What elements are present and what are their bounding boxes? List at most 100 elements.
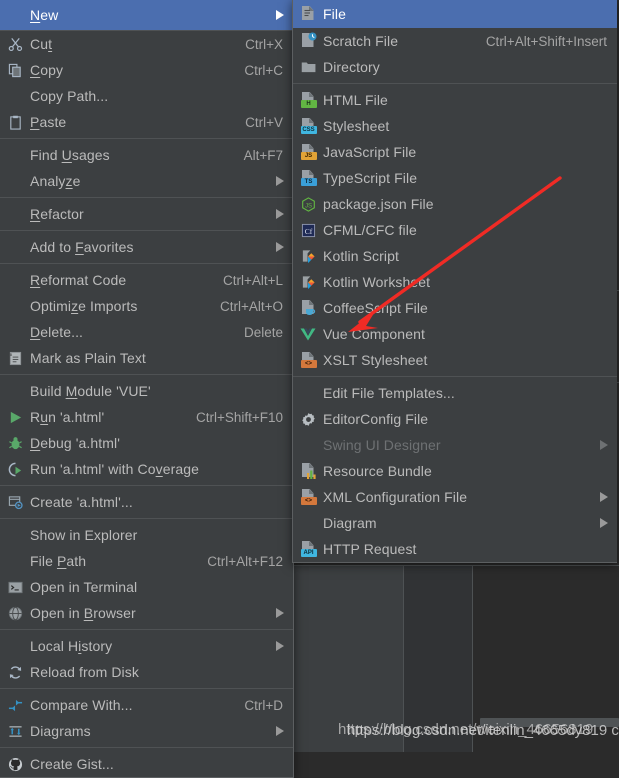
- submenu-item-javascript-file[interactable]: JS JavaScript File: [293, 139, 617, 165]
- menu-item-reformat-code[interactable]: Reformat Code Ctrl+Alt+L: [0, 267, 293, 293]
- submenu-item-package-json-file-label: package.json File: [323, 196, 434, 212]
- menu-item-reload-from-disk[interactable]: Reload from Disk: [0, 659, 293, 685]
- submenu-item-file-label: File: [323, 6, 346, 22]
- submenu-item-directory-label: Directory: [323, 59, 380, 75]
- submenu-item-scratch-file-label: Scratch File: [323, 33, 399, 49]
- chevron-right-icon: [273, 10, 287, 20]
- submenu-item-coffeescript-file[interactable]: CoffeeScript File: [293, 295, 617, 321]
- menu-item-show-in-explorer[interactable]: Show in Explorer: [0, 522, 293, 548]
- submenu-item-edit-file-templates[interactable]: Edit File Templates...: [293, 380, 617, 406]
- menu-item-reformat-code-label: Reformat Code: [30, 272, 127, 288]
- editor-context-menu[interactable]: New Cut Ctrl+X Copy Ctrl+C Copy Path... …: [0, 0, 294, 778]
- menu-item-reload-from-disk-label: Reload from Disk: [30, 664, 139, 680]
- chevron-right-icon: [597, 492, 611, 502]
- menu-separator: [0, 138, 293, 139]
- submenu-item-vue-component-label: Vue Component: [323, 326, 425, 342]
- menu-item-create-gist[interactable]: Create Gist...: [0, 751, 293, 777]
- menu-item-add-to-favorites-label: Add to Favorites: [30, 239, 134, 255]
- menu-item-file-path[interactable]: File Path Ctrl+Alt+F12: [0, 548, 293, 574]
- submenu-item-resource-bundle[interactable]: Resource Bundle: [293, 458, 617, 484]
- blank-icon: [2, 296, 28, 316]
- submenu-separator: [293, 376, 617, 377]
- blank-icon: [2, 145, 28, 165]
- css-file-icon: CSS: [295, 116, 321, 136]
- submenu-item-cfml-cfc-file[interactable]: Cf CFML/CFC file: [293, 217, 617, 243]
- menu-separator: [0, 747, 293, 748]
- menu-item-delete-accel: Delete: [243, 324, 283, 340]
- cfml-icon: Cf: [295, 220, 321, 240]
- menu-item-add-to-favorites[interactable]: Add to Favorites: [0, 234, 293, 260]
- menu-item-open-in-browser[interactable]: Open in Browser: [0, 600, 293, 626]
- menu-item-paste-accel: Ctrl+V: [245, 114, 283, 130]
- submenu-item-swing-ui-designer[interactable]: Swing UI Designer: [293, 432, 617, 458]
- menu-item-diagrams[interactable]: Diagrams: [0, 718, 293, 744]
- ts-file-icon: TS: [295, 168, 321, 188]
- resource-bundle-icon: [295, 461, 321, 481]
- menu-item-copy[interactable]: Copy Ctrl+C: [0, 57, 293, 83]
- scissors-icon: [2, 34, 28, 54]
- submenu-item-directory[interactable]: Directory: [293, 54, 617, 80]
- svg-text:JS: JS: [304, 202, 311, 209]
- folder-icon: [295, 57, 321, 77]
- menu-item-new[interactable]: New: [0, 0, 293, 30]
- menu-item-reformat-code-accel: Ctrl+Alt+L: [222, 272, 283, 288]
- menu-item-run[interactable]: Run 'a.html' Ctrl+Shift+F10: [0, 404, 293, 430]
- submenu-item-file[interactable]: File: [293, 0, 617, 28]
- menu-item-local-history[interactable]: Local History: [0, 633, 293, 659]
- http-file-icon: API: [295, 539, 321, 559]
- menu-separator: [0, 263, 293, 264]
- menu-item-run-with-coverage-label: Run 'a.html' with Coverage: [30, 461, 200, 477]
- js-file-icon: JS: [295, 142, 321, 162]
- vue-icon: [295, 324, 321, 344]
- submenu-item-typescript-file[interactable]: TS TypeScript File: [293, 165, 617, 191]
- submenu-item-kotlin-script[interactable]: Kotlin Script: [293, 243, 617, 269]
- menu-item-compare-with[interactable]: Compare With... Ctrl+D: [0, 692, 293, 718]
- submenu-item-scratch-file[interactable]: Scratch File Ctrl+Alt+Shift+Insert: [293, 28, 617, 54]
- menu-item-build-module-label: Build Module 'VUE': [30, 383, 151, 399]
- svg-text:Cf: Cf: [304, 226, 312, 235]
- submenu-item-javascript-file-label: JavaScript File: [323, 144, 417, 160]
- submenu-item-html-file[interactable]: H HTML File: [293, 87, 617, 113]
- plain-text-icon: x: [2, 348, 28, 368]
- submenu-item-xslt-stylesheet[interactable]: <> XSLT Stylesheet: [293, 347, 617, 373]
- menu-item-optimize-imports[interactable]: Optimize Imports Ctrl+Alt+O: [0, 293, 293, 319]
- submenu-item-stylesheet[interactable]: CSS Stylesheet: [293, 113, 617, 139]
- submenu-item-http-request-label: HTTP Request: [323, 541, 417, 557]
- menu-item-file-path-accel: Ctrl+Alt+F12: [207, 553, 283, 569]
- chevron-right-icon: [597, 518, 611, 528]
- submenu-item-kotlin-worksheet-label: Kotlin Worksheet: [323, 274, 431, 290]
- menu-item-diagrams-label: Diagrams: [30, 723, 91, 739]
- menu-item-file-path-label: File Path: [30, 553, 87, 569]
- submenu-item-swing-ui-designer-label: Swing UI Designer: [323, 437, 441, 453]
- submenu-item-package-json-file[interactable]: JS package.json File: [293, 191, 617, 217]
- coffeescript-icon: [295, 298, 321, 318]
- submenu-item-scratch-file-accel: Ctrl+Alt+Shift+Insert: [485, 33, 607, 49]
- menu-item-cut-accel: Ctrl+X: [245, 36, 283, 52]
- submenu-item-xml-configuration-file[interactable]: <> XML Configuration File: [293, 484, 617, 510]
- html-file-icon: H: [295, 90, 321, 110]
- menu-item-create-config[interactable]: Create 'a.html'...: [0, 489, 293, 515]
- menu-item-mark-as-plain-text[interactable]: x Mark as Plain Text: [0, 345, 293, 371]
- submenu-item-kotlin-worksheet[interactable]: Kotlin Worksheet: [293, 269, 617, 295]
- submenu-item-vue-component[interactable]: Vue Component: [293, 321, 617, 347]
- gear-icon: [295, 409, 321, 429]
- menu-item-debug[interactable]: Debug 'a.html': [0, 430, 293, 456]
- menu-item-copy-label: Copy: [30, 62, 64, 78]
- new-file-submenu[interactable]: File Scratch File Ctrl+Alt+Shift+Insert …: [292, 0, 617, 563]
- menu-item-run-with-coverage[interactable]: Run 'a.html' with Coverage: [0, 456, 293, 482]
- menu-item-copy-path[interactable]: Copy Path...: [0, 83, 293, 109]
- menu-item-delete[interactable]: Delete... Delete: [0, 319, 293, 345]
- menu-item-open-in-terminal[interactable]: Open in Terminal: [0, 574, 293, 600]
- menu-item-analyze[interactable]: Analyze: [0, 168, 293, 194]
- menu-item-optimize-imports-accel: Ctrl+Alt+O: [219, 298, 283, 314]
- menu-item-find-usages[interactable]: Find Usages Alt+F7: [0, 142, 293, 168]
- menu-item-paste[interactable]: Paste Ctrl+V: [0, 109, 293, 135]
- menu-item-build-module[interactable]: Build Module 'VUE': [0, 378, 293, 404]
- submenu-item-editorconfig-file[interactable]: EditorConfig File: [293, 406, 617, 432]
- menu-separator: [0, 629, 293, 630]
- menu-item-cut[interactable]: Cut Ctrl+X: [0, 31, 293, 57]
- submenu-item-http-request[interactable]: API HTTP Request: [293, 536, 617, 562]
- blank-icon: [2, 525, 28, 545]
- menu-item-refactor[interactable]: Refactor: [0, 201, 293, 227]
- submenu-item-diagram[interactable]: Diagram: [293, 510, 617, 536]
